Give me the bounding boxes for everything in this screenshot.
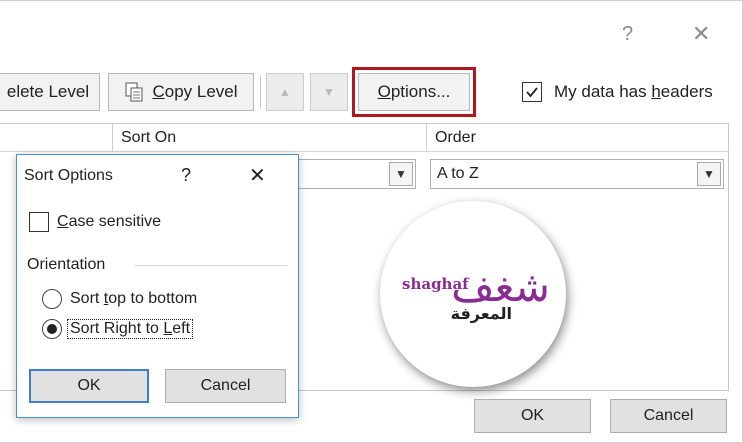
sort-on-combo[interactable]: ▼	[294, 159, 416, 189]
orientation-label: Orientation	[27, 256, 106, 273]
chevron-down-icon[interactable]: ▼	[697, 162, 721, 186]
options-highlight-box	[352, 67, 476, 117]
close-button[interactable]: ✕	[692, 21, 710, 47]
cancel-label: Cancel	[643, 407, 694, 424]
help-button[interactable]: ?	[622, 23, 633, 46]
triangle-down-icon: ▼	[323, 85, 335, 99]
sort-options-help-button[interactable]: ?	[181, 165, 191, 186]
copy-level-label: Copy Level	[152, 82, 238, 101]
copy-level-button[interactable]: Copy Level	[108, 73, 254, 111]
sort-options-close-button[interactable]: ✕	[249, 163, 266, 188]
copy-icon	[125, 82, 143, 102]
move-up-button[interactable]: ▲	[266, 73, 304, 111]
sort-options-cancel-button[interactable]: Cancel	[165, 369, 286, 403]
chevron-down-icon[interactable]: ▼	[389, 162, 413, 186]
delete-level-button[interactable]: elete Level	[0, 73, 100, 111]
radio-top-bottom-label: Sort top to bottom	[70, 290, 198, 307]
column-divider	[426, 124, 427, 152]
checkmark-icon	[526, 87, 538, 98]
sort-options-cancel-label: Cancel	[200, 377, 251, 394]
headers-label: My data has headers	[554, 82, 713, 101]
sort-options-title: Sort Options	[24, 167, 113, 184]
sort-options-ok-button[interactable]: OK	[29, 369, 149, 403]
radio-right-left-label: Sort Right to Left	[67, 319, 194, 339]
headers-checkbox-row[interactable]: My data has headers	[522, 82, 713, 102]
case-sensitive-checkbox[interactable]	[29, 212, 49, 232]
radio-top-bottom[interactable]	[42, 289, 62, 309]
toolbar-separator	[260, 75, 261, 109]
sort-options-ok-label: OK	[77, 377, 101, 394]
orientation-divider	[135, 265, 287, 266]
headers-checkbox[interactable]	[522, 82, 542, 102]
order-value: A to Z	[437, 165, 479, 182]
delete-level-label: elete Level	[6, 82, 90, 101]
radio-right-left[interactable]	[42, 319, 62, 339]
radio-selected-dot	[47, 324, 57, 334]
svg-text:المعرفة: المعرفة	[451, 304, 512, 323]
column-divider	[112, 124, 113, 152]
ok-label: OK	[520, 407, 545, 424]
watermark-logo: shaghaf شغف المعرفة	[380, 201, 566, 387]
cancel-button[interactable]: Cancel	[610, 399, 727, 433]
sort-options-dialog: Sort Options ? ✕ Case sensitive Orientat…	[16, 154, 299, 418]
order-combo[interactable]: A to Z ▼	[430, 159, 724, 189]
logo-graphic: shaghaf شغف المعرفة	[402, 262, 550, 323]
case-sensitive-row[interactable]: Case sensitive	[29, 212, 161, 232]
move-down-button[interactable]: ▼	[310, 73, 348, 111]
grid-header-divider	[0, 151, 729, 152]
ok-button[interactable]: OK	[474, 399, 591, 433]
order-header: Order	[435, 129, 476, 146]
radio-top-bottom-row[interactable]: Sort top to bottom	[42, 289, 197, 309]
sort-on-header: Sort On	[121, 129, 177, 146]
radio-right-left-row[interactable]: Sort Right to Left	[42, 319, 194, 339]
triangle-up-icon: ▲	[279, 85, 291, 99]
case-sensitive-label: Case sensitive	[57, 213, 162, 230]
